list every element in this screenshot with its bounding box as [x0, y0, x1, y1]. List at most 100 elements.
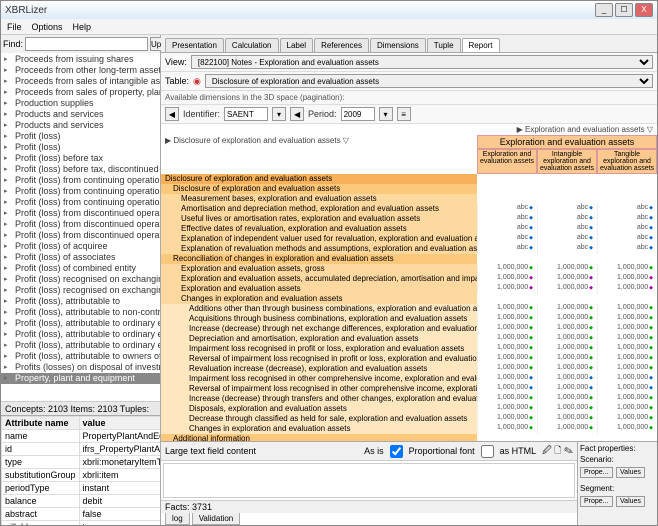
cell-value[interactable]: 1,000,000: [477, 324, 537, 334]
cell-value[interactable]: abc: [477, 224, 537, 234]
row-label[interactable]: Explanation of independent valuer used f…: [161, 234, 477, 244]
cell-value[interactable]: 1,000,000: [597, 394, 657, 404]
tree-item[interactable]: Profit (loss) from discontinued operatio…: [1, 208, 160, 219]
scenario-properties-button[interactable]: Prope...: [580, 467, 613, 478]
tree-item[interactable]: Proceeds from issuing shares: [1, 54, 160, 65]
identifier-input[interactable]: [224, 107, 268, 121]
cell-value[interactable]: 1,000,000: [597, 304, 657, 314]
row-label[interactable]: Reversal of impairment loss recognised i…: [161, 384, 477, 394]
cell-value[interactable]: abc: [597, 234, 657, 244]
row-label[interactable]: Exploration and evaluation assets: [161, 284, 477, 294]
minimize-button[interactable]: _: [595, 3, 613, 17]
cell-value[interactable]: 1,000,000: [537, 414, 597, 424]
row-label[interactable]: Increase (decrease) through net exchange…: [161, 324, 477, 334]
row-label[interactable]: Additions other than through business co…: [161, 304, 477, 314]
cell-value[interactable]: 1,000,000: [477, 314, 537, 324]
cell-value[interactable]: 1,000,000: [597, 334, 657, 344]
cell-value[interactable]: abc: [537, 224, 597, 234]
maximize-button[interactable]: ☐: [615, 3, 633, 17]
row-label[interactable]: Exploration and evaluation assets, accum…: [161, 274, 477, 284]
tree-item[interactable]: Profits (losses) on disposal of investme…: [1, 362, 160, 373]
cell-value[interactable]: 1,000,000: [597, 354, 657, 364]
cell-value[interactable]: 1,000,000: [537, 404, 597, 414]
cell-value[interactable]: 1,000,000: [537, 394, 597, 404]
cell-value[interactable]: 1,000,000: [477, 374, 537, 384]
tree-item[interactable]: Property, plant and equipment: [1, 373, 160, 384]
cell-value[interactable]: abc: [597, 214, 657, 224]
cell-value[interactable]: abc: [537, 214, 597, 224]
cell-value[interactable]: 1,000,000: [537, 304, 597, 314]
cell-value[interactable]: 1,000,000: [477, 354, 537, 364]
cell-value[interactable]: 1,000,000: [537, 284, 597, 294]
menu-file[interactable]: File: [7, 22, 22, 32]
menu-options[interactable]: Options: [32, 22, 63, 32]
report-grid[interactable]: ▶ Exploration and evaluation assets ▽ ▶ …: [161, 124, 657, 441]
tab-report[interactable]: Report: [462, 38, 500, 52]
row-label[interactable]: Useful lives or amortisation rates, expl…: [161, 214, 477, 224]
tree-item[interactable]: Profit (loss) from discontinued operatio…: [1, 230, 160, 241]
tab-tuple[interactable]: Tuple: [427, 38, 461, 52]
tab-dimensions[interactable]: Dimensions: [370, 38, 426, 52]
cell-value[interactable]: 1,000,000: [537, 374, 597, 384]
cell-value[interactable]: 1,000,000: [597, 284, 657, 294]
row-label[interactable]: Disclosure of exploration and evaluation…: [161, 184, 477, 194]
cell-value[interactable]: abc: [477, 214, 537, 224]
tab-label[interactable]: Label: [280, 38, 314, 52]
tree-item[interactable]: Profit (loss) of associates: [1, 252, 160, 263]
tree-item[interactable]: Profit (loss): [1, 142, 160, 153]
period-input[interactable]: [341, 107, 375, 121]
tree-item[interactable]: Profit (loss), attributable to owners of…: [1, 351, 160, 362]
row-label[interactable]: Disclosure of exploration and evaluation…: [161, 174, 477, 184]
edit-tools-icon[interactable]: 🖉 🗋 ✎: [542, 443, 573, 459]
tree-item[interactable]: Profit (loss) of combined entity: [1, 263, 160, 274]
row-label[interactable]: Measurement bases, exploration and evalu…: [161, 194, 477, 204]
close-button[interactable]: X: [635, 3, 653, 17]
cell-value[interactable]: abc: [477, 204, 537, 214]
prev-period-button[interactable]: ◀: [290, 107, 304, 121]
row-label[interactable]: Effective dates of revaluation, explorat…: [161, 224, 477, 234]
cell-value[interactable]: 1,000,000: [477, 274, 537, 284]
tree-item[interactable]: Proceeds from other long-term assets, cl…: [1, 65, 160, 76]
cell-value[interactable]: 1,000,000: [537, 274, 597, 284]
large-text-area[interactable]: [163, 463, 575, 498]
row-label[interactable]: Exploration and evaluation assets, gross: [161, 264, 477, 274]
cell-value[interactable]: 1,000,000: [537, 334, 597, 344]
cell-value[interactable]: 1,000,000: [597, 414, 657, 424]
tab-calculation[interactable]: Calculation: [225, 38, 279, 52]
cell-value[interactable]: abc: [597, 224, 657, 234]
tree-item[interactable]: Profit (loss): [1, 131, 160, 142]
cell-value[interactable]: 1,000,000: [597, 264, 657, 274]
tree-item[interactable]: Proceeds from sales of property, plant a…: [1, 87, 160, 98]
cell-value[interactable]: 1,000,000: [597, 364, 657, 374]
segment-properties-button[interactable]: Prope...: [580, 496, 613, 507]
cell-value[interactable]: 1,000,000: [477, 424, 537, 434]
cell-value[interactable]: 1,000,000: [597, 404, 657, 414]
cell-value[interactable]: abc: [597, 204, 657, 214]
period-menu-button[interactable]: ≡: [397, 107, 411, 121]
cell-value[interactable]: 1,000,000: [597, 324, 657, 334]
tree-item[interactable]: Products and services: [1, 120, 160, 131]
row-label[interactable]: Disposals, exploration and evaluation as…: [161, 404, 477, 414]
row-label[interactable]: Explanation of revaluation methods and a…: [161, 244, 477, 254]
cell-value[interactable]: 1,000,000: [537, 264, 597, 274]
segment-values-button[interactable]: Values: [616, 496, 645, 507]
row-label[interactable]: Acquisitions through business combinatio…: [161, 314, 477, 324]
tree-item[interactable]: Profit (loss) from continuing operations: [1, 175, 160, 186]
scenario-values-button[interactable]: Values: [616, 467, 645, 478]
cell-value[interactable]: 1,000,000: [597, 344, 657, 354]
tree-item[interactable]: Profit (loss), attributable to ordinary …: [1, 329, 160, 340]
find-input[interactable]: [25, 37, 148, 51]
row-label[interactable]: Increase (decrease) through transfers an…: [161, 394, 477, 404]
menu-help[interactable]: Help: [73, 22, 92, 32]
tree-item[interactable]: Products and services: [1, 109, 160, 120]
proportional-font-checkbox[interactable]: [390, 445, 403, 458]
cell-value[interactable]: 1,000,000: [537, 364, 597, 374]
cell-value[interactable]: 1,000,000: [597, 374, 657, 384]
tab-references[interactable]: References: [314, 38, 369, 52]
tree-item[interactable]: Profit (loss) before tax, discontinued o…: [1, 164, 160, 175]
row-label[interactable]: Changes in exploration and evaluation as…: [161, 294, 477, 304]
bottom-tab-validation[interactable]: Validation: [192, 513, 241, 525]
row-label[interactable]: Amortisation and depreciation method, ex…: [161, 204, 477, 214]
tree-item[interactable]: Profit (loss) from discontinued operatio…: [1, 219, 160, 230]
cell-value[interactable]: 1,000,000: [597, 424, 657, 434]
